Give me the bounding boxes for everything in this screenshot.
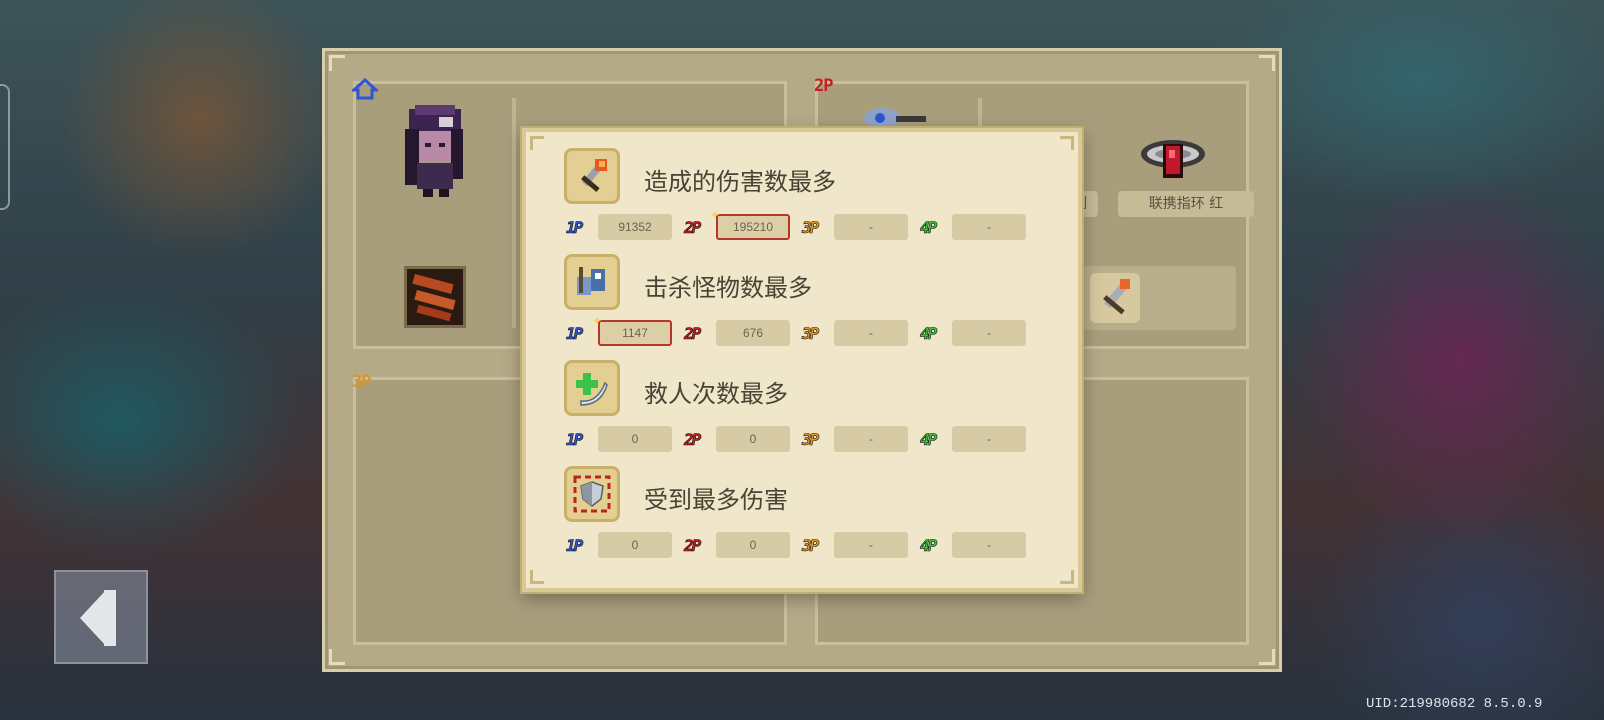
player-badge-3p: 3P [802, 323, 820, 343]
stat-value: - [834, 426, 908, 452]
stat-icon-frame [564, 360, 620, 416]
player-4-stat: 4P - [920, 320, 1026, 346]
top-star-icon: ✦ [592, 314, 603, 328]
player-3-stat: 3P - [802, 214, 908, 240]
stat-value: - [952, 426, 1026, 452]
weapon-slot[interactable] [1090, 273, 1140, 323]
player-1-stat: 1P 0 [566, 532, 672, 558]
shield-damage-icon [573, 475, 611, 513]
player-1-stat: 1P 0 [566, 426, 672, 452]
stat-value: 0 [598, 532, 672, 558]
corner-ornament [329, 55, 345, 71]
corner-ornament [329, 649, 345, 665]
slot-tag-2p: 2P [814, 76, 834, 96]
stat-title: 受到最多伤害 [644, 486, 788, 514]
stat-title: 救人次数最多 [644, 380, 788, 408]
player-3-stat: 3P - [802, 426, 908, 452]
monster-kill-icon [577, 267, 605, 295]
corner-ornament [1259, 649, 1275, 665]
hero-avatar-sprite [405, 105, 463, 197]
player-3-stat: 3P - [802, 532, 908, 558]
stat-icon-frame [564, 148, 620, 204]
arrow-left-icon [80, 590, 116, 646]
side-drawer-tab[interactable] [0, 84, 10, 210]
player-1-stat: 1P 91352 [566, 214, 672, 240]
stat-value: 91352 [598, 214, 672, 240]
stat-value-top: 1147 [598, 320, 672, 346]
back-button[interactable] [54, 570, 148, 664]
stat-value: - [952, 320, 1026, 346]
item-label-ring: 联携指环 红 [1118, 191, 1254, 217]
player-2-stat: 2P 0 [684, 426, 790, 452]
stat-title: 击杀怪物数最多 [644, 274, 812, 302]
player-badge-4p: 4P [920, 323, 938, 343]
player-values-row: 1P 0 2P 0 3P - 4P - [566, 532, 1036, 558]
corner-ornament [530, 136, 544, 150]
skill-slot[interactable] [404, 266, 466, 328]
player-badge-3p: 3P [802, 217, 820, 237]
flaming-sword-icon [581, 159, 607, 192]
player-values-row: 1P ✦ 1147 2P 676 3P - 4P - [566, 314, 1036, 346]
home-icon [352, 78, 378, 100]
stat-icon-frame [564, 254, 620, 310]
stat-value: - [834, 532, 908, 558]
player-4-stat: 4P - [920, 214, 1026, 240]
sword-icon [1103, 279, 1130, 315]
stat-value-top: 195210 [716, 214, 790, 240]
player-4-stat: 4P - [920, 426, 1026, 452]
slot-divider [512, 98, 516, 328]
weapon-sprite-partial [864, 108, 926, 128]
player-badge-4p: 4P [920, 429, 938, 449]
player-badge-2p: 2P [684, 429, 702, 449]
player-badge-3p: 3P [802, 429, 820, 449]
stat-value: 0 [716, 426, 790, 452]
player-1-stat: 1P ✦ 1147 [566, 314, 672, 346]
stat-icon-frame [564, 466, 620, 522]
corner-ornament [1060, 570, 1074, 584]
player-4-stat: 4P - [920, 532, 1026, 558]
player-2-stat: 2P 0 [684, 532, 790, 558]
player-badge-2p: 2P [684, 323, 702, 343]
player-badge-3p: 3P [802, 535, 820, 555]
player-badge-1p: 1P [566, 429, 584, 449]
player-values-row: 1P 91352 2P ✦ 195210 3P - 4P - [566, 208, 1036, 240]
ring-item-sprite [1141, 140, 1205, 178]
corner-ornament [1259, 55, 1275, 71]
fire-skill-icon [412, 273, 456, 322]
uid-version-label: UID:219980682 8.5.0.9 [1366, 696, 1543, 712]
stat-title: 造成的伤害数最多 [644, 168, 836, 196]
stat-most-monsters-killed: 击杀怪物数最多 1P ✦ 1147 2P 676 3P - 4P - [564, 254, 1034, 358]
player-badge-4p: 4P [920, 535, 938, 555]
player-badge-1p: 1P [566, 217, 584, 237]
stat-value: - [834, 320, 908, 346]
stat-value: 0 [598, 426, 672, 452]
slot-tag-3p: 3P [352, 372, 372, 392]
top-star-icon: ✦ [710, 208, 721, 222]
player-badge-2p: 2P [684, 535, 702, 555]
match-stats-dialog: 造成的伤害数最多 1P 91352 2P ✦ 195210 3P - 4P - [522, 128, 1082, 592]
stat-value: 676 [716, 320, 790, 346]
player-badge-4p: 4P [920, 217, 938, 237]
revive-icon [576, 373, 608, 406]
corner-ornament [1060, 136, 1074, 150]
player-values-row: 1P 0 2P 0 3P - 4P - [566, 426, 1036, 452]
stat-most-revives: 救人次数最多 1P 0 2P 0 3P - 4P - [564, 360, 1034, 464]
stat-value: - [952, 214, 1026, 240]
player-badge-1p: 1P [566, 535, 584, 555]
player-2-stat: 2P 676 [684, 320, 790, 346]
stat-most-damage-dealt: 造成的伤害数最多 1P 91352 2P ✦ 195210 3P - 4P - [564, 148, 1034, 252]
stat-value: - [952, 532, 1026, 558]
stat-value: 0 [716, 532, 790, 558]
stat-most-damage-taken: 受到最多伤害 1P 0 2P 0 3P - 4P - [564, 466, 1034, 570]
corner-ornament [530, 570, 544, 584]
player-3-stat: 3P - [802, 320, 908, 346]
player-2-stat: 2P ✦ 195210 [684, 208, 790, 240]
stat-value: - [834, 214, 908, 240]
